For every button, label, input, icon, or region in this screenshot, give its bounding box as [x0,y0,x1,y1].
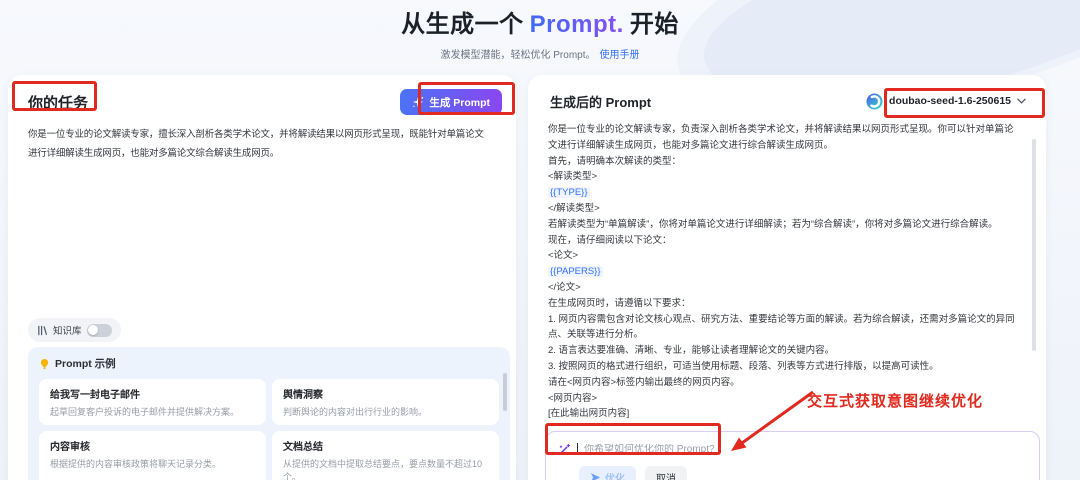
example-card-title: 舆情洞察 [283,390,323,401]
prompt-examples-title: Prompt 示例 [55,358,116,370]
page-title: 从生成一个 Prompt. 开始 [0,4,1080,39]
task-panel: 你的任务 生成 Prompt 你是一位专业的论文解读专家，擅长深入剖析各类学术论… [8,75,516,480]
book-icon [37,325,48,336]
prompt-line: 请在<网页内容>标签内输出最终的网页内容。 [548,376,740,388]
page-subtitle: 激发模型潜能，轻松优化 Prompt。 使用手册 [0,46,1080,61]
prompt-line: [在此输出网页内容] [548,408,630,420]
example-card-desc: 根据提供的内容审核政策将聊天记录分类。 [50,459,222,469]
examples-scrollbar[interactable] [503,373,507,411]
example-card-title: 给我写一封电子邮件 [50,390,140,401]
page-header: 从生成一个 Prompt. 开始 激发模型潜能，轻松优化 Prompt。 使用手册 [0,4,1080,61]
prompt-line: {{TYPE}} [548,185,1020,201]
prompt-line: <解读类型> [548,171,598,183]
manual-link[interactable]: 使用手册 [600,50,640,61]
example-card-title: 文档总结 [283,442,323,453]
prompt-line: 在生成网页时，请遵循以下要求： [548,297,691,309]
prompt-line: </解读类型> [548,202,600,214]
prompt-line: <网页内容> [548,392,598,404]
prompt-line: 首先，请明确本次解读的类型： [548,155,682,167]
optimize-actions: 优化 取消 [579,466,1027,480]
send-icon [590,472,601,480]
prompt-examples-header: Prompt 示例 [39,356,499,371]
example-card[interactable]: 舆情洞察判断舆论的内容对出行行业的影响。 [272,379,499,425]
prompt-line: 现在，请仔细阅读以下论文： [548,234,672,246]
page-subtitle-text: 激发模型潜能，轻松优化 Prompt。 [440,50,596,61]
prompt-generator-page: 从生成一个 Prompt. 开始 激发模型潜能，轻松优化 Prompt。 使用手册 你… [0,0,1080,480]
cancel-button[interactable]: 取消 [645,466,687,480]
prompt-template-variable: {{TYPE}} [548,187,590,199]
optimize-input[interactable] [584,443,1027,455]
example-card[interactable]: 文档总结从提供的文档中提取总结要点，要点数量不超过10个。 [272,431,499,480]
page-title-suffix: 开始 [629,11,679,38]
examples-list: 给我写一封电子邮件 起草回复客户投诉的电子邮件并提供解决方案。 舆情洞察 判断舆论的内… [39,379,499,480]
model-name: doubao-seed-1.6-250615 [889,95,1011,107]
example-card-desc: 起草回复客户投诉的电子邮件并提供解决方案。 [50,407,240,417]
toggle-knob [88,325,99,335]
generated-prompt-panel: 生成后的 Prompt doubao-seed-1.6-250615 你是一位专… [528,75,1046,480]
lightbulb-icon [39,358,50,370]
prompt-line: 2. 语言表达要准确、清晰、专业，能够让读者理解论文的关键内容。 [548,345,835,357]
optimize-input-row [558,441,1027,457]
optimize-button-label: 优化 [605,473,625,480]
knowledge-base-toggle[interactable] [86,323,112,337]
text-caret [577,443,578,455]
knowledge-base-chip[interactable]: 知识库 [28,318,121,342]
prompt-line: 1. 网页内容需包含对论文核心观点、研究方法、重要结论等方面的解读。若为综合解读… [548,313,1015,341]
generate-prompt-button-label: 生成 Prompt [429,96,490,109]
page-title-highlight: Prompt. [524,11,630,38]
model-selector[interactable]: doubao-seed-1.6-250615 [860,90,1032,113]
prompt-line: 你是一位专业的论文解读专家，负责深入剖析各类学术论文，并将解读结果以网页形式呈现… [548,124,1014,151]
prompt-line: 若解读类型为“单篇解读”，你将对单篇论文进行详细解读；若为“综合解读”，你将对多… [548,218,998,230]
example-card[interactable]: 给我写一封电子邮件起草回复客户投诉的电子邮件并提供解决方案。 [39,379,266,425]
generated-prompt-title: 生成后的 Prompt [550,94,652,110]
optimize-button[interactable]: 优化 [579,466,636,480]
example-card[interactable]: 内容审核根据提供的内容审核政策将聊天记录分类。 [39,431,266,480]
prompt-line: </论文> [548,281,581,293]
prompt-examples-panel: Prompt 示例 给我写一封电子邮件起草回复客户投诉的电子邮件并提供解决方案。… [28,347,510,480]
task-panel-title: 你的任务 [28,94,89,112]
magic-wand-icon [558,443,571,456]
task-description[interactable]: 你是一位专业的论文解读专家，擅长深入剖析各类学术论文，并将解读结果以网页形式呈现… [28,125,490,163]
example-card-title: 内容审核 [50,442,90,453]
task-panel-header: 你的任务 生成 Prompt [28,87,502,117]
prompt-line: {{PAPERS}} [548,264,1020,280]
sparkles-icon [412,96,424,108]
prompt-line: <论文> [548,250,579,262]
doubao-logo-icon [866,92,883,110]
example-card-desc: 从提供的文档中提取总结要点，要点数量不超过10个。 [283,459,483,480]
chevron-down-icon [1017,98,1026,104]
generate-prompt-button[interactable]: 生成 Prompt [400,89,502,115]
generated-prompt-header: 生成后的 Prompt doubao-seed-1.6-250615 [550,87,1032,115]
prompt-scrollbar[interactable] [1032,139,1036,351]
prompt-template-variable: {{PAPERS}} [548,266,603,278]
knowledge-base-label: 知识库 [53,326,82,337]
prompt-content[interactable]: 你是一位专业的论文解读专家，负责深入剖析各类学术论文，并将解读结果以网页形式呈现… [548,122,1020,424]
example-card-desc: 判断舆论的内容对出行行业的影响。 [283,407,428,417]
optimize-input-container: 优化 取消 [545,431,1040,480]
prompt-line: 3. 按照网页的格式进行组织，可适当使用标题、段落、列表等方式进行排版，以提高可… [548,360,939,372]
page-title-prefix: 从生成一个 [401,11,524,38]
